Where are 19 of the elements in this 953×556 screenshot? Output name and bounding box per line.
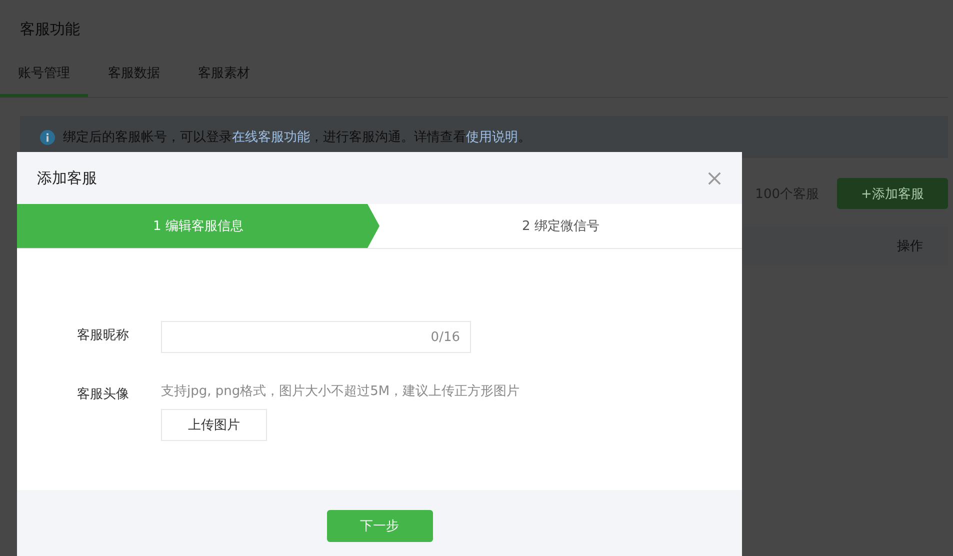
- page-title: 客服功能: [19, 19, 81, 40]
- close-icon[interactable]: [707, 170, 722, 186]
- tab[interactable]: 账号管理: [0, 50, 88, 97]
- step-indicator: 1 编辑客服信息: [17, 204, 380, 248]
- notice-link[interactable]: 在线客服功能: [232, 130, 310, 145]
- notice-link[interactable]: 使用说明: [466, 130, 518, 145]
- field-label: 客服头像: [77, 386, 130, 404]
- field-label: 客服昵称: [77, 327, 130, 345]
- tab[interactable]: 客服数据: [90, 50, 178, 97]
- upload-hint: 支持jpg, png格式，图片大小不超过5M，建议上传正方形图片: [161, 383, 520, 401]
- info-icon: [40, 130, 55, 144]
- add-button[interactable]: +添加客服: [837, 178, 948, 209]
- column-header: 操作: [897, 238, 923, 255]
- nickname-field[interactable]: 0/16: [161, 321, 471, 353]
- tab[interactable]: 客服素材: [180, 50, 268, 97]
- character-counter: 0/16: [430, 330, 460, 344]
- upload-button[interactable]: 上传图片: [161, 409, 267, 441]
- next-button[interactable]: 下一步: [326, 510, 432, 542]
- dialog-title: 添加客服: [37, 168, 97, 188]
